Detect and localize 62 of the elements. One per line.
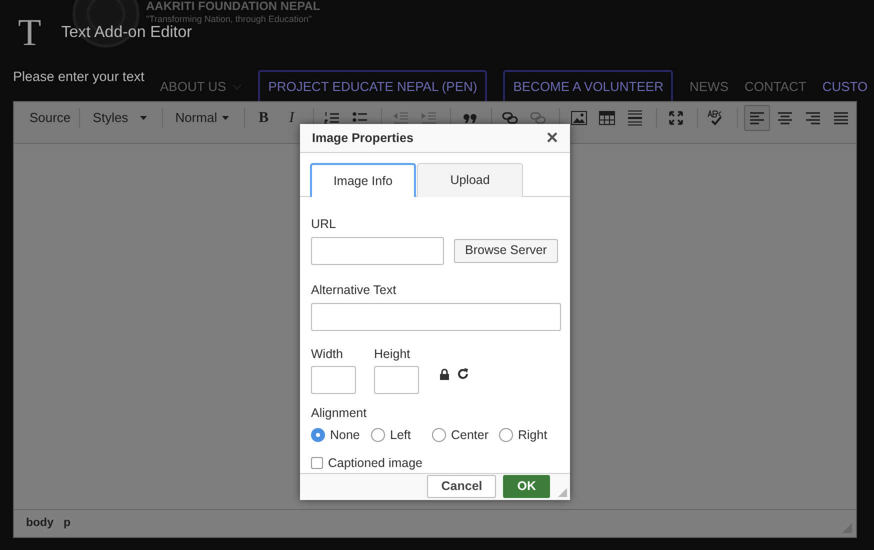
field-label: URL	[311, 216, 338, 233]
table-icon	[598, 111, 615, 125]
lock-icon	[439, 368, 450, 380]
prompt-label: Please enter your text	[13, 68, 144, 86]
logo-title: AAKRITI FOUNDATION NEPAL	[146, 0, 320, 14]
nav-link[interactable]: CONTACT	[744, 77, 806, 96]
browse-button[interactable]: Browse Server	[454, 238, 558, 263]
indent-icon	[420, 111, 437, 125]
radio-label: Right	[518, 427, 548, 444]
tab[interactable]: Image Info	[310, 163, 416, 197]
reset-icon	[457, 368, 469, 380]
field-label: Alignment	[311, 405, 368, 422]
align-justify-icon	[834, 112, 848, 124]
path-item[interactable]: body	[26, 514, 54, 532]
dropdown-button[interactable]: Styles	[86, 105, 154, 131]
nav-link[interactable]: NEWS	[689, 77, 728, 96]
image-icon	[570, 111, 587, 125]
bulleted-list-icon	[352, 111, 368, 125]
align-left-icon	[750, 112, 764, 124]
link-icon	[502, 112, 518, 124]
radio-button[interactable]	[432, 428, 446, 442]
field-label: Height	[374, 346, 412, 363]
cancel-button[interactable]: Cancel	[427, 475, 496, 498]
height-field[interactable]	[374, 366, 419, 394]
resize-grip-icon	[558, 488, 567, 497]
radio-button[interactable]	[499, 428, 513, 442]
nav-link[interactable]: ABOUT US	[160, 77, 242, 96]
checkbox-label: Captioned image	[328, 454, 423, 472]
source-button[interactable]: Source	[24, 105, 72, 131]
url-field[interactable]	[311, 236, 444, 265]
radio-label: Center	[451, 427, 489, 444]
caret-icon	[140, 116, 147, 120]
radio-button[interactable]	[311, 428, 325, 442]
format-button[interactable]: B	[250, 105, 277, 131]
alt-text-field[interactable]	[311, 302, 561, 330]
format-button[interactable]: I	[278, 105, 305, 131]
field-label: Width	[311, 346, 344, 362]
numbered-list-icon	[324, 111, 340, 125]
unlink-icon	[530, 112, 546, 124]
caret-icon	[222, 116, 229, 120]
close-button[interactable]: ×	[546, 128, 558, 148]
logo-tagline: "Transforming Nation, through Education"	[146, 15, 312, 25]
field-label: Alternative Text	[311, 282, 398, 299]
align-right-icon	[806, 112, 820, 124]
maximize-icon	[668, 111, 683, 125]
radio-label: None	[330, 427, 360, 444]
outdent-icon	[392, 111, 409, 125]
radio-label: Left	[390, 427, 411, 444]
nav-link[interactable]: CUSTO	[822, 77, 868, 96]
radio-button[interactable]	[371, 428, 385, 442]
path-item[interactable]: p	[63, 514, 71, 532]
align-center-icon	[778, 112, 792, 124]
dialog-title: Image Properties	[312, 130, 414, 147]
quote-icon	[462, 113, 477, 123]
width-field[interactable]	[311, 366, 356, 394]
ok-button[interactable]: OK	[503, 475, 550, 498]
lines-icon	[626, 110, 643, 126]
tab[interactable]: Upload	[417, 163, 523, 197]
checkbox[interactable]	[311, 457, 323, 470]
panel-title: Text Add-on Editor	[61, 24, 192, 43]
text-icon: T	[18, 14, 42, 52]
dropdown-button[interactable]: Normal	[168, 105, 236, 131]
